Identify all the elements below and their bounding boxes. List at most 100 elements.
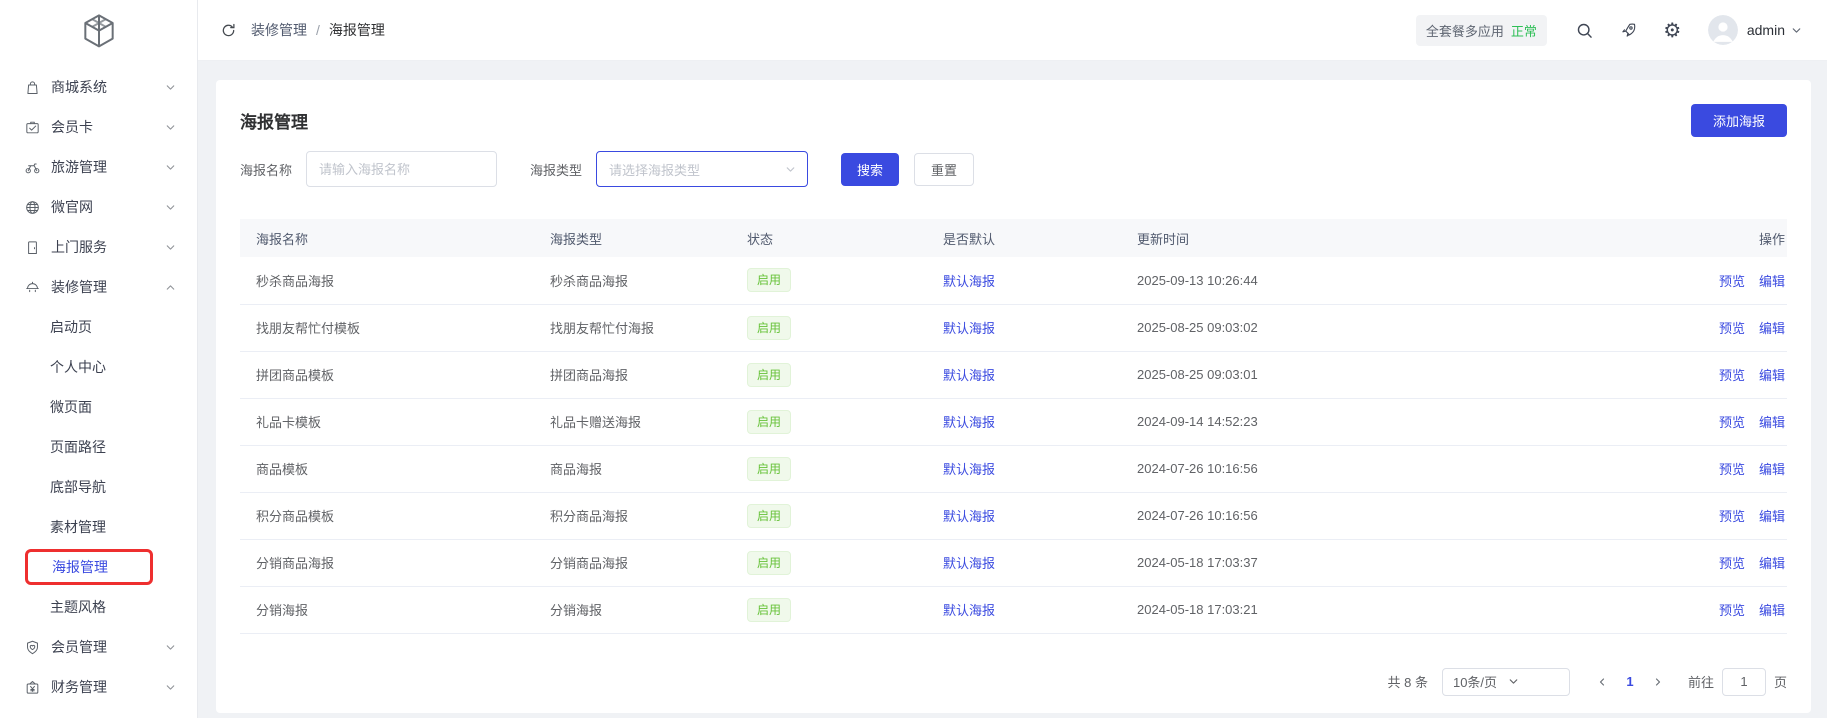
preview-link[interactable]: 预览 (1719, 321, 1745, 336)
default-poster-link[interactable]: 默认海报 (943, 462, 995, 477)
sidebar-item-member-card[interactable]: 会员卡 (0, 107, 197, 147)
chevron-down-icon (784, 163, 797, 176)
cell-status: 启用 (747, 539, 943, 586)
sidebar-menu: 商城系统会员卡旅游管理微官网上门服务装修管理启动页个人中心微页面页面路径底部导航… (0, 62, 197, 718)
cell-status: 启用 (747, 445, 943, 492)
topbar-right: 全套餐多应用 正常 ⚙ admin (1416, 15, 1803, 46)
cell-default: 默认海报 (943, 398, 1137, 445)
page-size-select[interactable]: 10条/页 (1442, 668, 1570, 696)
status-badge: 启用 (747, 268, 791, 292)
sidebar-item-material[interactable]: 素材管理 (0, 507, 197, 547)
edit-link[interactable]: 编辑 (1759, 462, 1785, 477)
gear-icon[interactable]: ⚙ (1663, 21, 1682, 40)
edit-link[interactable]: 编辑 (1759, 274, 1785, 289)
goto-page-input[interactable] (1722, 668, 1766, 696)
default-poster-link[interactable]: 默认海报 (943, 321, 995, 336)
cell-poster-name: 秒杀商品海报 (240, 257, 550, 304)
edit-link[interactable]: 编辑 (1759, 603, 1785, 618)
sidebar-item-finance[interactable]: 财务管理 (0, 667, 197, 707)
edit-link[interactable]: 编辑 (1759, 556, 1785, 571)
chevron-down-icon[interactable] (1790, 24, 1803, 37)
cell-poster-name: 找朋友帮忙付模板 (240, 304, 550, 351)
cell-status: 启用 (747, 351, 943, 398)
cell-updated: 2024-09-14 14:52:23 (1137, 398, 1617, 445)
preview-link[interactable]: 预览 (1719, 415, 1745, 430)
cell-updated: 2025-08-25 09:03:01 (1137, 351, 1617, 398)
user-name[interactable]: admin (1747, 22, 1785, 38)
sidebar-item-label: 商城系统 (51, 77, 164, 97)
default-poster-link[interactable]: 默认海报 (943, 415, 995, 430)
default-poster-link[interactable]: 默认海报 (943, 603, 995, 618)
cell-poster-type: 商品海报 (550, 445, 747, 492)
sidebar-item-launch-page[interactable]: 启动页 (0, 307, 197, 347)
table-row: 找朋友帮忙付模板找朋友帮忙付海报启用默认海报2025-08-25 09:03:0… (240, 304, 1787, 351)
edit-link[interactable]: 编辑 (1759, 321, 1785, 336)
sidebar-item-bottom-nav[interactable]: 底部导航 (0, 467, 197, 507)
refresh-icon[interactable] (220, 22, 237, 39)
app-window: 商城系统会员卡旅游管理微官网上门服务装修管理启动页个人中心微页面页面路径底部导航… (0, 0, 1827, 718)
prev-page-button[interactable] (1588, 668, 1616, 696)
preview-link[interactable]: 预览 (1719, 462, 1745, 477)
poster-type-select[interactable]: 请选择海报类型 (596, 151, 808, 187)
default-poster-link[interactable]: 默认海报 (943, 556, 995, 571)
preview-link[interactable]: 预览 (1719, 556, 1745, 571)
rocket-icon[interactable] (1619, 21, 1638, 40)
next-page-button[interactable] (1644, 668, 1672, 696)
sidebar-item-label: 会员卡 (51, 117, 164, 137)
content-area: 海报管理 添加海报 海报名称 海报类型 请选择海报类型 搜索 重置 (198, 61, 1827, 718)
table-row: 商品模板商品海报启用默认海报2024-07-26 10:16:56预览编辑 (240, 445, 1787, 492)
sidebar-item-micro-site[interactable]: 微官网 (0, 187, 197, 227)
sidebar-item-label: 装修管理 (51, 277, 164, 297)
cell-actions: 预览编辑 (1617, 445, 1787, 492)
default-poster-link[interactable]: 默认海报 (943, 509, 995, 524)
status-badge: 启用 (747, 504, 791, 528)
cell-actions: 预览编辑 (1617, 304, 1787, 351)
add-poster-button[interactable]: 添加海报 (1691, 104, 1787, 137)
preview-link[interactable]: 预览 (1719, 274, 1745, 289)
preview-link[interactable]: 预览 (1719, 368, 1745, 383)
current-page[interactable]: 1 (1616, 674, 1644, 689)
sidebar-item-travel[interactable]: 旅游管理 (0, 147, 197, 187)
sidebar-item-member[interactable]: 会员管理 (0, 627, 197, 667)
sidebar-item-poster[interactable]: 海报管理 (0, 547, 197, 587)
edit-link[interactable]: 编辑 (1759, 415, 1785, 430)
edit-link[interactable]: 编辑 (1759, 509, 1785, 524)
member-icon (24, 639, 41, 656)
chevron-down-icon (1507, 675, 1561, 688)
plan-badge[interactable]: 全套餐多应用 正常 (1416, 15, 1547, 46)
sidebar-item-mall-system[interactable]: 商城系统 (0, 67, 197, 107)
sidebar-item-door-service[interactable]: 上门服务 (0, 227, 197, 267)
preview-link[interactable]: 预览 (1719, 509, 1745, 524)
edit-link[interactable]: 编辑 (1759, 368, 1785, 383)
sidebar-item-page-path[interactable]: 页面路径 (0, 427, 197, 467)
poster-type-placeholder: 请选择海报类型 (609, 160, 784, 179)
topbar-icons: ⚙ (1575, 21, 1682, 40)
goto-label: 前往 (1688, 672, 1714, 691)
sidebar: 商城系统会员卡旅游管理微官网上门服务装修管理启动页个人中心微页面页面路径底部导航… (0, 0, 198, 718)
breadcrumb-decoration[interactable]: 装修管理 (251, 20, 307, 40)
search-button[interactable]: 搜索 (841, 153, 899, 186)
sidebar-item-micro-page[interactable]: 微页面 (0, 387, 197, 427)
default-poster-link[interactable]: 默认海报 (943, 274, 995, 289)
reset-button[interactable]: 重置 (914, 153, 974, 186)
sidebar-item-decoration[interactable]: 装修管理 (0, 267, 197, 307)
chevron-down-icon (164, 161, 177, 174)
cell-status: 启用 (747, 257, 943, 304)
poster-name-input[interactable] (306, 151, 497, 187)
chevron-down-icon (164, 81, 177, 94)
cell-default: 默认海报 (943, 257, 1137, 304)
avatar[interactable] (1708, 15, 1738, 45)
cell-default: 默认海报 (943, 492, 1137, 539)
sidebar-item-personal-center[interactable]: 个人中心 (0, 347, 197, 387)
search-icon[interactable] (1575, 21, 1594, 40)
cell-default: 默认海报 (943, 586, 1137, 633)
sidebar-item-label: 个人中心 (50, 357, 106, 377)
table-row: 积分商品模板积分商品海报启用默认海报2024-07-26 10:16:56预览编… (240, 492, 1787, 539)
default-poster-link[interactable]: 默认海报 (943, 368, 995, 383)
chevron-down-icon (164, 121, 177, 134)
sidebar-item-theme-style[interactable]: 主题风格 (0, 587, 197, 627)
preview-link[interactable]: 预览 (1719, 603, 1745, 618)
status-badge: 启用 (747, 551, 791, 575)
cell-actions: 预览编辑 (1617, 398, 1787, 445)
cell-poster-name: 礼品卡模板 (240, 398, 550, 445)
